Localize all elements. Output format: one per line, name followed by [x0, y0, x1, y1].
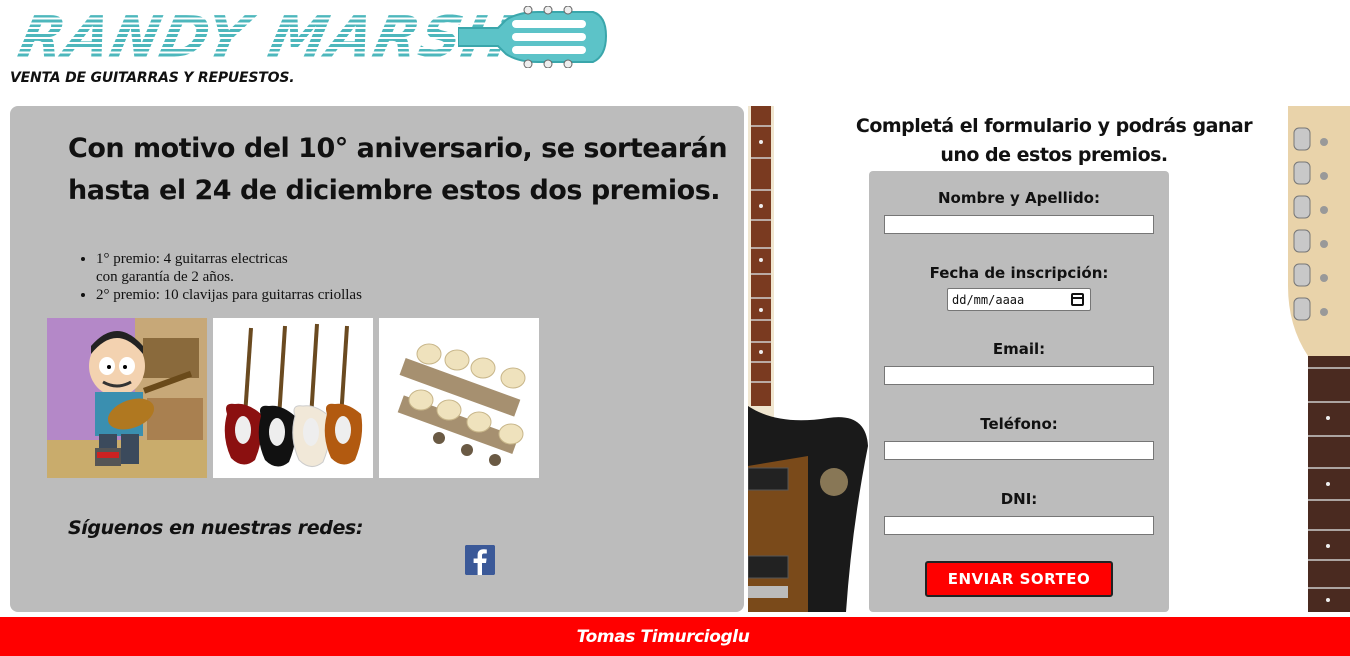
- phone-label: Teléfono:: [980, 415, 1058, 433]
- date-placeholder: dd/mm/aaaa: [952, 292, 1025, 307]
- raffle-form: Nombre y Apellido: Fecha de inscripción:…: [869, 171, 1169, 612]
- email-label: Email:: [992, 340, 1046, 358]
- submit-button[interactable]: ENVIAR SORTEO: [925, 561, 1113, 597]
- email-field[interactable]: [884, 366, 1154, 385]
- date-label: Fecha de inscripción:: [929, 264, 1109, 282]
- site-footer: Tomas Timurcioglu: [0, 617, 1350, 656]
- prize-item-second: 2° premio: 10 clavijas para guitarras cr…: [96, 286, 362, 304]
- logo-tagline: VENTA DE GUITARRAS Y REPUESTOS.: [10, 70, 295, 86]
- phone-field[interactable]: [884, 441, 1154, 460]
- prize-line: 2° premio: 10 clavijas para guitarras cr…: [96, 287, 362, 303]
- guitar-headstock-icon: [458, 6, 608, 68]
- form-heading: Completá el formulario y podrás ganar un…: [855, 115, 1253, 166]
- prize-item-first: 1° premio: 4 guitarras electricas con ga…: [96, 250, 362, 286]
- social-title: Síguenos en nuestras redes:: [68, 517, 364, 539]
- prize-line: 1° premio: 4 guitarras electricas: [96, 251, 288, 267]
- dni-field[interactable]: [884, 516, 1154, 535]
- promo-title: Con motivo del 10° aniversario, se sorte…: [68, 133, 728, 206]
- prize-list: 1° premio: 4 guitarras electricas con ga…: [96, 250, 362, 304]
- name-label: Nombre y Apellido:: [937, 189, 1100, 207]
- tuning-pegs-image: [379, 318, 539, 478]
- date-field[interactable]: dd/mm/aaaa: [947, 288, 1091, 311]
- name-field[interactable]: [884, 215, 1154, 234]
- prize-line: con garantía de 2 años.: [96, 269, 234, 285]
- facebook-icon: [465, 545, 495, 575]
- footer-author: Tomas Timurcioglu: [576, 626, 750, 647]
- randy-marsh-image: [47, 318, 207, 478]
- prize-gallery: [47, 318, 539, 478]
- facebook-link[interactable]: [465, 545, 495, 575]
- electric-guitars-image: [213, 318, 373, 478]
- logo-wordmark: RANDY MARSH: [12, 3, 520, 71]
- calendar-icon[interactable]: [1071, 293, 1084, 306]
- promo-panel: Con motivo del 10° aniversario, se sorte…: [10, 106, 744, 612]
- site-logo: RANDY MARSH VENTA DE GUITARRAS Y REPUEST…: [8, 4, 608, 90]
- dni-label: DNI:: [1000, 490, 1038, 508]
